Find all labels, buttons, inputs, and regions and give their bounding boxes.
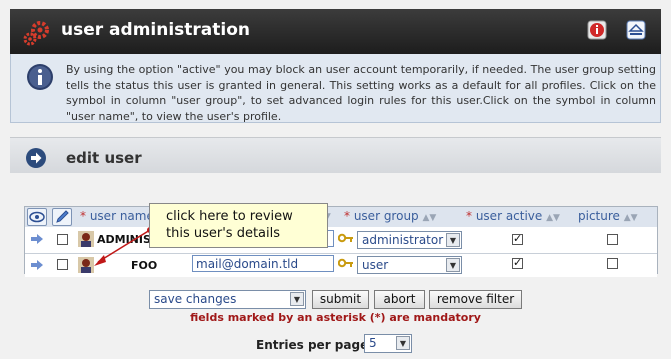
- info-panel: By using the option "active" you may blo…: [10, 54, 661, 123]
- user-active-checkbox[interactable]: [512, 232, 523, 245]
- row-select-checkbox[interactable]: [57, 259, 68, 270]
- edit-icon[interactable]: [52, 208, 72, 226]
- row-select-checkbox[interactable]: [57, 234, 68, 245]
- view-icon[interactable]: [27, 208, 47, 226]
- help-icon[interactable]: [587, 20, 607, 40]
- col-user-active[interactable]: * user active ▲▼: [466, 209, 560, 223]
- info-text: By using the option "active" you may blo…: [66, 63, 656, 123]
- chevron-down-icon[interactable]: ▼: [446, 233, 460, 247]
- sort-icon[interactable]: ▲▼: [624, 213, 638, 223]
- email-field[interactable]: mail@domain.tld: [192, 255, 334, 272]
- key-icon[interactable]: [338, 257, 354, 269]
- col-user-group[interactable]: * user group ▲▼: [344, 209, 436, 223]
- page-title: user administration: [61, 20, 251, 40]
- action-select[interactable]: save changes ▼: [149, 290, 306, 309]
- title-bar: user administration: [10, 9, 661, 54]
- chevron-down-icon[interactable]: ▼: [396, 336, 410, 350]
- collapse-up-icon[interactable]: [626, 20, 646, 40]
- section-title: edit user: [66, 149, 142, 167]
- sort-icon[interactable]: ▲▼: [546, 213, 560, 223]
- user-active-checkbox[interactable]: [512, 256, 523, 269]
- picture-checkbox[interactable]: [607, 258, 618, 269]
- col-picture[interactable]: picture ▲▼: [578, 209, 638, 223]
- abort-button[interactable]: abort: [374, 290, 425, 309]
- row-arrow-icon[interactable]: [30, 233, 44, 245]
- sort-icon[interactable]: ▲▼: [423, 213, 437, 223]
- chevron-down-icon[interactable]: ▼: [446, 258, 460, 272]
- key-icon[interactable]: [338, 232, 354, 244]
- gears-logo-icon: [23, 21, 49, 46]
- mandatory-note: fields marked by an asterisk (*) are man…: [190, 311, 481, 324]
- submit-button[interactable]: submit: [312, 290, 369, 309]
- info-icon: [27, 64, 53, 90]
- entries-per-page-select[interactable]: 5 ▼: [364, 334, 412, 353]
- remove-filter-button[interactable]: remove filter: [429, 290, 522, 309]
- entries-per-page-label: Entries per page: [256, 338, 369, 352]
- user-group-select[interactable]: administrator ▼: [357, 231, 462, 249]
- section-header: edit user: [10, 137, 661, 173]
- chevron-down-icon[interactable]: ▼: [290, 292, 304, 306]
- user-group-select[interactable]: user ▼: [357, 256, 462, 274]
- col-user-name[interactable]: * user name: [80, 209, 154, 223]
- picture-checkbox[interactable]: [607, 234, 618, 245]
- tooltip: click here to review this user's details: [149, 203, 328, 248]
- row-arrow-icon[interactable]: [30, 259, 44, 271]
- arrow-right-circle-icon: [26, 148, 46, 168]
